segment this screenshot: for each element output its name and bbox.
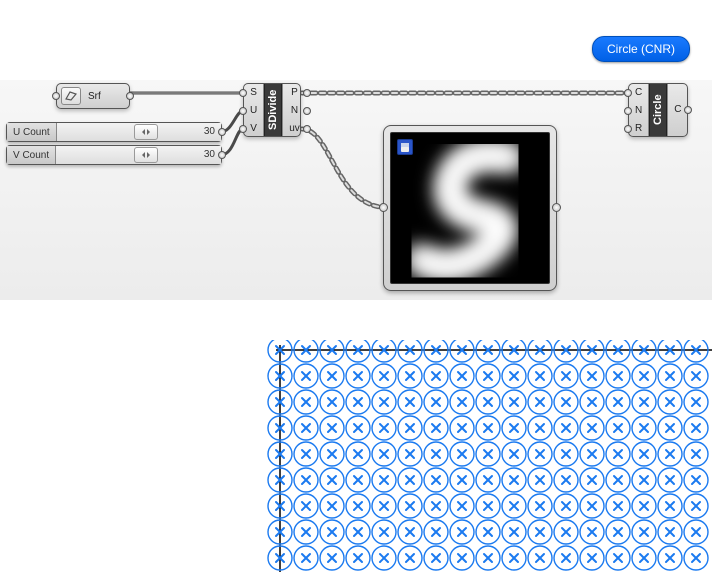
grip-icon[interactable] [303,125,311,133]
tooltip-text: Circle (CNR) [607,42,675,56]
output-ports: C [667,84,687,136]
param-output-grip[interactable] [126,92,134,100]
grasshopper-canvas[interactable] [0,80,712,300]
slider-track[interactable]: 30 [57,123,221,141]
slider-name: V Count [7,146,56,164]
rhino-viewport[interactable] [266,340,712,572]
grip-icon[interactable] [624,107,632,115]
v-count-slider[interactable]: V Count 30 [6,145,222,165]
sampler-output-grip[interactable] [552,203,561,212]
slider-thumb[interactable] [134,124,158,140]
surface-param[interactable]: Srf [56,83,130,109]
component-tooltip: Circle (CNR) [592,36,690,62]
save-icon[interactable] [397,139,413,155]
output-ports: P N uv [282,84,306,136]
slider-value: 30 [204,126,215,137]
grip-icon[interactable] [239,107,247,115]
input-ports: S U V [244,84,264,136]
slider-output-grip[interactable] [218,151,226,159]
circle-component[interactable]: C N R Circle C [628,83,688,137]
port-c-out[interactable]: C [668,84,687,136]
input-ports: C N R [629,84,649,136]
port-r-in[interactable]: R [629,120,648,138]
component-name: SDivide [264,84,282,136]
port-n[interactable]: N [283,102,306,120]
surface-icon [61,87,81,105]
sampler-s-shape [391,133,549,283]
grip-icon[interactable] [303,89,311,97]
port-v[interactable]: V [244,120,263,138]
grip-icon[interactable] [624,125,632,133]
slider-value: 30 [204,149,215,160]
component-name: Circle [649,84,667,136]
slider-thumb[interactable] [134,147,158,163]
viewport-geometry [266,340,712,572]
slider-output-grip[interactable] [218,128,226,136]
param-input-grip[interactable] [52,92,60,100]
port-s[interactable]: S [244,84,263,102]
grip-icon[interactable] [239,125,247,133]
port-uv[interactable]: uv [283,120,306,138]
sampler-input-grip[interactable] [379,203,388,212]
sampler-image [390,132,550,284]
sdivide-component[interactable]: S U V SDivide P N uv [243,83,301,137]
port-u[interactable]: U [244,102,263,120]
slider-name: U Count [7,123,57,141]
grip-icon[interactable] [624,89,632,97]
grip-icon[interactable] [303,107,311,115]
port-c-in[interactable]: C [629,84,648,102]
param-label: Srf [86,88,129,105]
port-p[interactable]: P [283,84,306,102]
grip-icon[interactable] [239,89,247,97]
slider-track[interactable]: 30 [56,146,221,164]
port-n-in[interactable]: N [629,102,648,120]
u-count-slider[interactable]: U Count 30 [6,122,222,142]
image-sampler-component[interactable] [383,125,557,291]
